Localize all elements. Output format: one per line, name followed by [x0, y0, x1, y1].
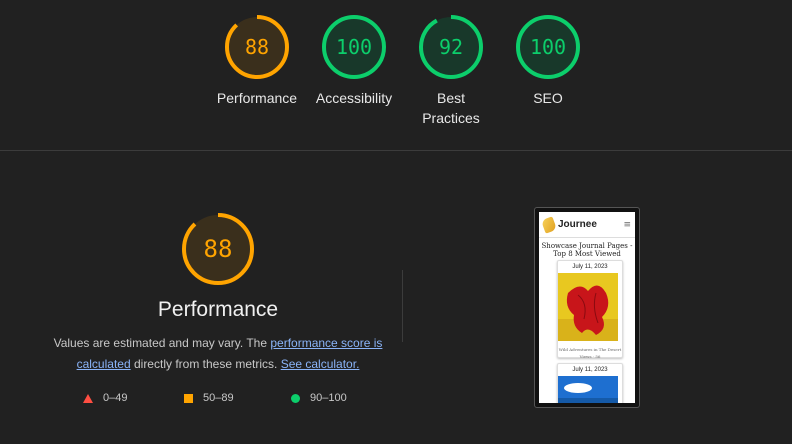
section-divider — [0, 150, 792, 151]
gauge-performance[interactable]: 88 Performance — [207, 14, 307, 108]
pass-circle-icon — [291, 393, 300, 403]
performance-main-gauge-ring: 88 — [182, 213, 254, 285]
gauge-best-practices[interactable]: 92 Best Practices — [401, 14, 501, 128]
gauge-label: Best Practices — [422, 90, 480, 126]
legend-pass-range: 90–100 — [310, 392, 347, 404]
description-text: directly from these metrics. — [130, 357, 281, 371]
journee-logo-icon — [540, 215, 558, 234]
score-legend: 0–49 50–89 90–100 — [80, 392, 380, 408]
seo-gauge-ring: 100 — [516, 15, 580, 79]
performance-gauge-ring: 88 — [225, 15, 289, 79]
performance-heading: Performance — [157, 298, 279, 321]
performance-main-gauge: 88 — [181, 212, 255, 291]
screenshot-header: Journee ≡ — [539, 212, 635, 238]
gauge-score: 88 — [245, 35, 269, 59]
performance-description: Values are estimated and may vary. The p… — [50, 333, 386, 375]
accessibility-gauge-ring: 100 — [322, 15, 386, 79]
screenshot-brand: Journee — [558, 219, 597, 230]
card-caption: Wild Adventures in The Desert — [558, 347, 622, 352]
performance-main-score: 88 — [204, 235, 233, 263]
category-scores: 88 Performance 100 Accessibility 92 Best… — [0, 14, 792, 134]
card-date: July 11, 2023 — [572, 367, 608, 373]
gauge-score: 100 — [530, 35, 566, 59]
see-calculator-link[interactable]: See calculator. — [281, 357, 360, 371]
hamburger-menu-icon: ≡ — [623, 219, 631, 230]
vertical-separator — [402, 270, 403, 342]
fail-triangle-icon — [83, 393, 93, 403]
gauge-label: Performance — [216, 90, 298, 106]
legend-average: 50–89 — [184, 392, 234, 404]
legend-fail: 0–49 — [83, 392, 127, 404]
page-screenshot: Journee ≡ Showcase Journal Pages - Top 8… — [539, 212, 635, 403]
card-date: July 11, 2023 — [572, 264, 608, 270]
gauge-label: SEO — [533, 90, 563, 106]
legend-average-range: 50–89 — [203, 392, 234, 404]
gauge-seo[interactable]: 100 SEO — [498, 14, 598, 108]
gauge-accessibility[interactable]: 100 Accessibility — [304, 14, 404, 108]
journal-card: July 11, 2023 Wild Adventures in The Des… — [557, 260, 623, 359]
gauge-score: 92 — [439, 35, 463, 59]
card-meta: Views · 56 — [579, 354, 601, 359]
final-screenshot-thumbnail[interactable]: Journee ≡ Showcase Journal Pages - Top 8… — [534, 207, 640, 408]
journal-card: July 11, 2023 — [557, 363, 623, 403]
autumn-leaves-image — [558, 273, 618, 341]
description-text: Values are estimated and may vary. The — [53, 336, 271, 350]
legend-pass: 90–100 — [291, 392, 347, 404]
legend-fail-range: 0–49 — [103, 392, 128, 404]
gauge-label: Accessibility — [315, 90, 393, 106]
screenshot-title: Showcase Journal Pages - Top 8 Most View… — [541, 242, 633, 258]
sky-image — [558, 376, 618, 403]
best-practices-gauge-ring: 92 — [419, 15, 483, 79]
average-square-icon — [184, 393, 193, 403]
gauge-score: 100 — [336, 35, 372, 59]
